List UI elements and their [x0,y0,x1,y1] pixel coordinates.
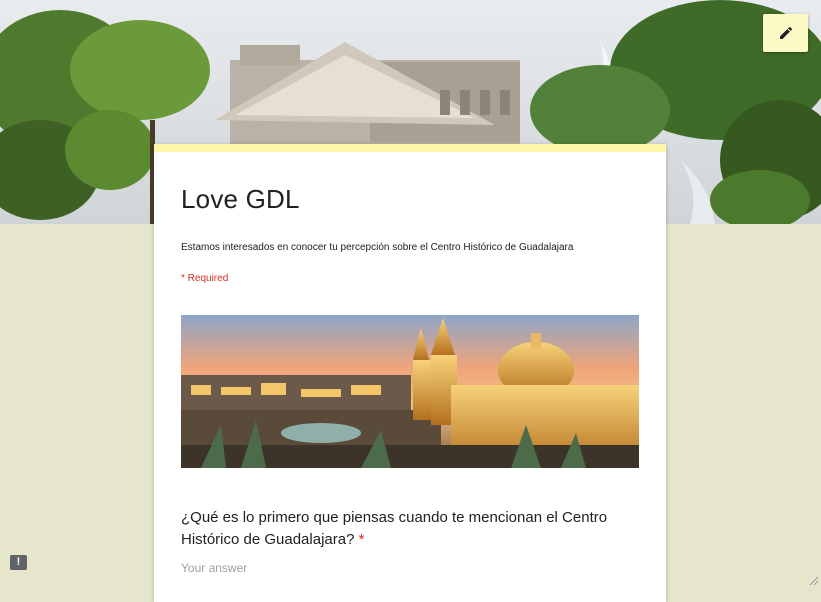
question-label: ¿Qué es lo primero que piensas cuando te… [181,507,641,551]
cathedral-photo [181,315,639,468]
pencil-icon [779,26,792,39]
edit-form-button[interactable] [763,14,808,52]
question-text: ¿Qué es lo primero que piensas cuando te… [181,509,608,548]
form-card: Love GDL Estamos interesados en conocer … [154,144,666,602]
required-asterisk: * [358,531,365,548]
answer-input[interactable]: Your answer [181,561,247,575]
resize-grip-icon[interactable] [809,576,819,586]
form-title: Love GDL [181,184,300,214]
form-description: Estamos interesados en conocer tu percep… [181,242,574,253]
cathedral-image [181,315,639,468]
required-note: * Required [181,273,229,284]
feedback-icon[interactable]: ! [10,555,27,570]
